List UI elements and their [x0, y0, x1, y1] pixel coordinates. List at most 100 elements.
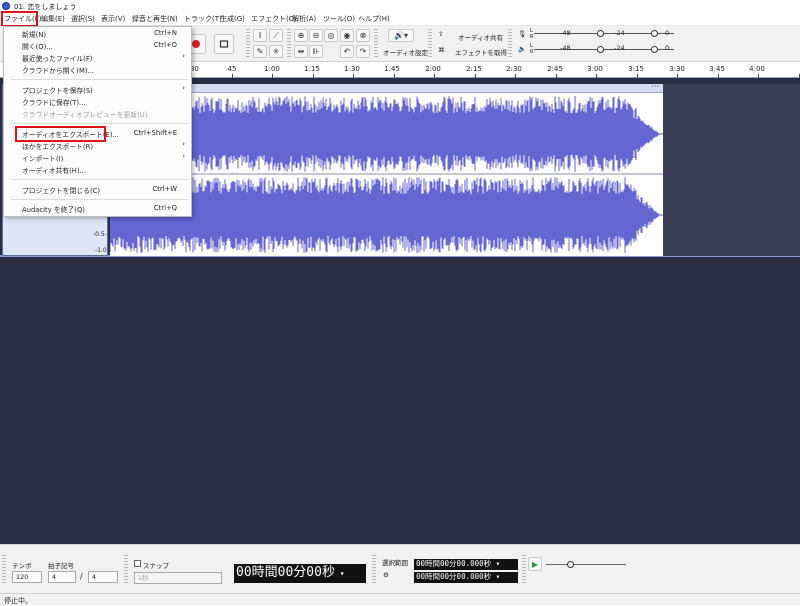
meter-play-r: R [530, 49, 534, 55]
file-menu-highlight [1, 11, 38, 27]
meter-record-r: R [530, 34, 534, 40]
selection-end-display[interactable]: 00時間00分00.000秒 ▾ [414, 572, 518, 583]
ruler-tick-label: 3:00 [587, 65, 603, 73]
scale-label: -1.0 [95, 247, 107, 254]
asterisk-icon: ✳ [272, 47, 280, 56]
menu-item-exit[interactable]: Audacity を終了(Q) Ctrl+Q [4, 203, 191, 214]
menu-separator [10, 179, 188, 180]
selection-settings-icon[interactable]: ⚙ [383, 571, 389, 579]
menu-tools[interactable]: ツール(O) [323, 14, 355, 24]
menu-view[interactable]: 表示(V) [101, 14, 125, 24]
toolbar-grip[interactable] [124, 555, 128, 585]
menu-analyze[interactable]: 解析(A) [292, 14, 316, 24]
trim-button[interactable]: ⇹ [294, 45, 308, 58]
menu-tracks[interactable]: トラック(T) [184, 14, 222, 24]
audio-setup-button[interactable]: 🔊▾ [388, 29, 414, 42]
time-signature-denominator[interactable]: 4 [88, 571, 118, 583]
snap-checkbox[interactable] [134, 560, 141, 567]
empty-track-region[interactable] [663, 84, 800, 256]
menu-edit[interactable]: 編集(E) [41, 14, 65, 24]
ruler-tick-label: 2:00 [425, 65, 441, 73]
record-volume-slider[interactable] [597, 30, 604, 37]
silence-button[interactable]: ⊪ [309, 45, 323, 58]
play-speed-slider-thumb[interactable] [567, 561, 574, 568]
toolbar-grip[interactable] [428, 29, 432, 59]
record-gain-slider[interactable] [651, 30, 658, 37]
play-at-speed-button[interactable]: ▶ [528, 557, 542, 571]
tempo-input[interactable]: 120 [12, 571, 42, 583]
multi-tool-button[interactable]: ✳ [269, 45, 283, 58]
toolbar-grip[interactable] [508, 29, 512, 59]
clip-header[interactable]: ··· [110, 82, 663, 93]
ruler-tick-label: 4:00 [749, 65, 765, 73]
zoom-out-button[interactable]: ⊖ [309, 29, 323, 42]
time-display-value: 00時間00分00秒 [236, 565, 335, 580]
selection-start-display[interactable]: 00時間00分00.000秒 ▾ [414, 559, 518, 570]
toolbar-grip[interactable] [287, 29, 291, 59]
ruler-tick-label: 1:45 [384, 65, 400, 73]
loop-icon [219, 40, 229, 48]
toolbar-grip[interactable] [522, 555, 526, 585]
selection-tool-button[interactable]: I [253, 29, 267, 42]
menu-separator [10, 79, 188, 80]
toolbar-grip[interactable] [374, 29, 378, 59]
menu-help[interactable]: ヘルプ(H) [358, 14, 390, 24]
get-effects-button[interactable]: エフェクトを取得 [455, 47, 507, 57]
menu-item-new[interactable]: 新規(N) Ctrl+N [4, 28, 191, 39]
ruler-tick-label: 3:30 [669, 65, 685, 73]
menu-item-open-cloud[interactable]: クラウドから開く(M)... [4, 64, 191, 75]
clip-menu-icon[interactable]: ··· [651, 82, 659, 91]
ruler-tick-label: 1:15 [304, 65, 320, 73]
waveform-clip[interactable] [109, 84, 663, 256]
loop-button[interactable] [214, 34, 234, 54]
menu-item-share-audio[interactable]: オーディオ共有(H)... [4, 164, 191, 175]
menu-item-import[interactable]: インポート(I) › [4, 152, 191, 163]
title-bar: 01. 恋をしましょう [0, 0, 800, 12]
toolbar-grip[interactable] [246, 29, 250, 59]
selection-label: 選択範囲 [382, 559, 408, 567]
fit-project-button[interactable]: ◉ [340, 29, 354, 42]
scale-label: -0.5- [93, 231, 107, 238]
menu-item-open[interactable]: 開く(O)... Ctrl+O [4, 40, 191, 51]
selection-end-menu-icon: ▾ [491, 572, 501, 581]
toolbar-grip[interactable] [2, 555, 6, 585]
play-meter-tick: -48 [560, 44, 571, 52]
toolbar-grip[interactable] [372, 555, 376, 585]
speaker-meter-icon[interactable]: 🔈 [518, 45, 526, 53]
time-display[interactable]: 00時間00分00秒 ▾ [234, 564, 366, 583]
menu-select[interactable]: 選択(S) [71, 14, 95, 24]
menu-item-close-project[interactable]: プロジェクトを閉じる(C) Ctrl+W [4, 184, 191, 195]
time-signature-label: 拍子記号 [48, 562, 74, 570]
snap-dropdown[interactable]: 1秒 [134, 572, 222, 584]
draw-tool-button[interactable]: ✎ [253, 45, 267, 58]
undo-button[interactable]: ↶ [340, 45, 354, 58]
audio-setup-label: オーディオ設定 [383, 49, 429, 57]
microphone-icon[interactable]: 🎙 [518, 30, 526, 38]
playback-volume-slider[interactable] [597, 46, 604, 53]
zoom-toggle-button[interactable]: ⊗ [356, 29, 370, 42]
time-signature-numerator[interactable]: 4 [48, 571, 76, 583]
menu-transport[interactable]: 録音と再生(N) [132, 14, 178, 24]
menu-item-save-project[interactable]: プロジェクトを保存(S) › [4, 84, 191, 95]
share-icon: ⇧ [438, 30, 444, 38]
menu-generate[interactable]: 生成(G) [220, 14, 245, 24]
menu-item-save-cloud[interactable]: クラウドに保存(T)... [4, 96, 191, 107]
ruler-tick-label: 1:30 [344, 65, 360, 73]
fit-selection-button[interactable]: ◎ [324, 29, 338, 42]
zoom-in-button[interactable]: ⊕ [294, 29, 308, 42]
share-audio-button[interactable]: オーディオ共有 [458, 32, 503, 42]
pencil-icon: ✎ [256, 47, 264, 56]
bottom-toolbar: テンポ 120 拍子記号 4 / 4 スナップ 1秒 00時間00分00秒 ▾ … [0, 544, 800, 593]
time-display-menu-icon: ▾ [334, 569, 345, 578]
menu-item-recent-files[interactable]: 最近使ったファイル(F) › [4, 52, 191, 63]
redo-button[interactable]: ↷ [356, 45, 370, 58]
play-meter-tick: 0 [665, 44, 670, 52]
menu-separator [10, 123, 188, 124]
envelope-tool-button[interactable]: ⟋ [269, 29, 283, 42]
play-speed-slider-track[interactable] [546, 564, 626, 565]
audacity-app-icon [2, 2, 10, 10]
playback-speed-slider[interactable] [651, 46, 658, 53]
submenu-arrow-icon: › [182, 84, 185, 92]
menu-effect[interactable]: エフェクト(C) [251, 14, 296, 24]
play-icon: ▶ [531, 559, 539, 569]
